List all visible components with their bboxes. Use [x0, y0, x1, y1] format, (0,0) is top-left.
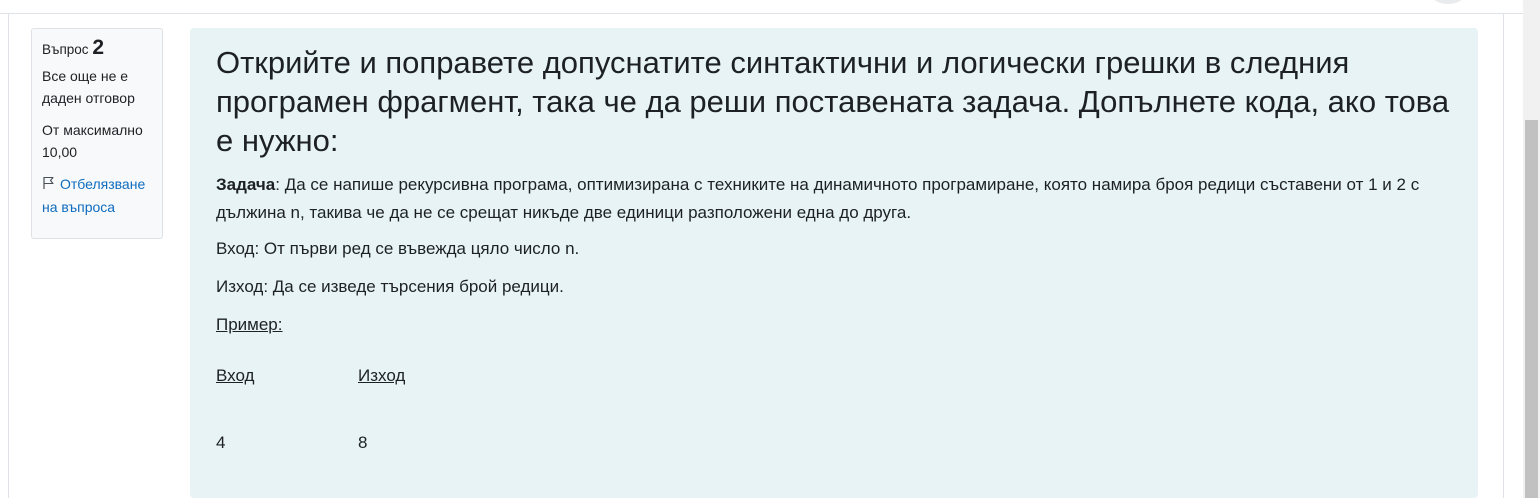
question-title: Открийте и поправете допуснатите синтакт… [216, 45, 1450, 158]
question-number: Въпрос 2 [42, 37, 152, 61]
question-number-value: 2 [92, 36, 105, 59]
page-scrollbar[interactable] [1523, 0, 1540, 498]
user-avatar[interactable] [1432, 0, 1464, 4]
flag-question-label: Отбелязване на въпроса [42, 176, 146, 215]
task-text: : Да се напише рекурсивна програма, опти… [216, 175, 1420, 222]
task-label: Задача [216, 175, 276, 194]
flag-question-link[interactable]: Отбелязване на въпроса [42, 173, 152, 219]
top-navbar [0, 0, 1540, 14]
question-grade: От максимално 10,00 [42, 122, 143, 160]
input-description: Вход: От първи ред се въвежда цяло число… [216, 239, 580, 258]
question-state: Все още не е даден отговор [42, 68, 135, 106]
example-label: Пример: [216, 315, 283, 334]
task-description: Задача: Да се напише рекурсивна програма… [216, 171, 1466, 227]
example-header-input: Вход [216, 366, 255, 385]
example-header-output: Изход [358, 366, 406, 385]
output-description: Изход: Да се изведе търсения брой редици… [216, 277, 564, 296]
question-number-label: Въпрос [42, 42, 89, 57]
question-content: Открийте и поправете допуснатите синтакт… [190, 28, 1478, 498]
example-value-output: 8 [358, 433, 368, 452]
scrollbar-thumb[interactable] [1525, 120, 1538, 498]
flag-icon [43, 176, 54, 189]
question-info-panel: Въпрос 2 Все още не е даден отговор От м… [31, 28, 163, 239]
example-value-input: 4 [216, 433, 226, 452]
